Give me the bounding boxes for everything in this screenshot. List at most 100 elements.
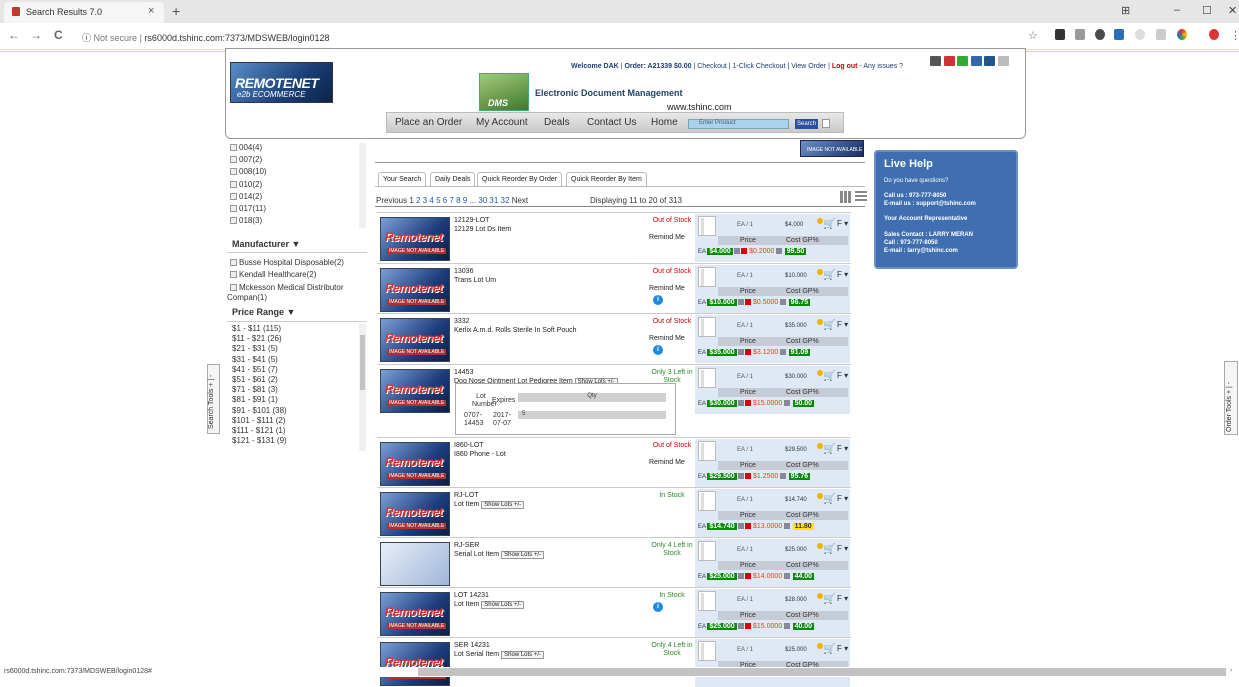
- forward-button[interactable]: →: [30, 28, 42, 42]
- product-image[interactable]: Remotenet IMAGE NOT AVAILABLE: [380, 592, 450, 636]
- live-help-panel[interactable]: Live Help Do you have questions? Call us…: [874, 150, 1018, 269]
- quantity-input[interactable]: [698, 317, 716, 337]
- product-image[interactable]: Remotenet IMAGE NOT AVAILABLE: [380, 492, 450, 536]
- favorite-flag-icon[interactable]: F ▾: [837, 219, 848, 228]
- remind-me-link[interactable]: Remind Me: [649, 335, 685, 342]
- price-range-item[interactable]: $121 - $131 (9): [232, 436, 287, 445]
- filter-item[interactable]: 010(2): [230, 180, 262, 189]
- price-range-item[interactable]: $91 - $101 (38): [232, 406, 287, 415]
- calc-icon[interactable]: [780, 349, 786, 355]
- filter-checkbox[interactable]: [230, 144, 237, 151]
- tools-icon[interactable]: [998, 56, 1009, 66]
- quantity-input[interactable]: [698, 216, 716, 236]
- extension-icon[interactable]: [1095, 29, 1105, 40]
- price-range-item[interactable]: $31 - $41 (5): [232, 355, 278, 364]
- quantity-input[interactable]: [698, 541, 716, 561]
- extension-icon[interactable]: [1075, 29, 1085, 40]
- add-to-cart-icon[interactable]: 🛒: [823, 371, 835, 382]
- manufacturer-item[interactable]: Mckesson Medical Distributor: [230, 283, 343, 292]
- quantity-spinner[interactable]: [701, 443, 704, 460]
- show-lots-button[interactable]: Show Lots +/-: [481, 501, 525, 509]
- price-range-item[interactable]: $21 - $31 (5): [232, 344, 278, 353]
- pdf-icon[interactable]: [944, 56, 955, 66]
- product-sku[interactable]: 3332: [454, 318, 470, 325]
- price-range-item[interactable]: $71 - $81 (3): [232, 385, 278, 394]
- product-image[interactable]: Remotenet IMAGE NOT AVAILABLE: [380, 217, 450, 261]
- sales-email[interactable]: E-mail : larry@tshinc.com: [884, 248, 958, 255]
- remind-me-link[interactable]: Remind Me: [649, 285, 685, 292]
- remove-icon[interactable]: [745, 523, 752, 529]
- price-range-item[interactable]: $111 - $121 (1): [232, 426, 286, 435]
- extension-icon[interactable]: [1135, 29, 1145, 40]
- filter-item[interactable]: 007(2): [230, 155, 262, 164]
- calc-icon[interactable]: [783, 400, 790, 406]
- one-click-checkout-link[interactable]: 1-Click Checkout: [733, 63, 786, 70]
- filter-item[interactable]: 008(10): [230, 167, 267, 176]
- filter-checkbox[interactable]: [230, 192, 237, 200]
- live-help-email[interactable]: E-mail us : support@tshinc.com: [884, 201, 976, 208]
- price-scrollbar-thumb[interactable]: [360, 335, 365, 390]
- list-view-icon[interactable]: [855, 191, 867, 203]
- reload-button[interactable]: C: [54, 28, 63, 42]
- calc-icon[interactable]: [738, 473, 745, 479]
- favorite-flag-icon[interactable]: F ▾: [837, 594, 848, 603]
- product-sku[interactable]: 12129-LOT: [454, 217, 489, 224]
- favorite-flag-icon[interactable]: F ▾: [837, 270, 848, 279]
- monitor-icon[interactable]: [971, 56, 982, 66]
- tab-quick-reorder-order[interactable]: Quick Reorder By Order: [477, 172, 563, 187]
- tab-close-icon[interactable]: ×: [148, 5, 154, 17]
- filter-item[interactable]: 018(3): [230, 216, 262, 225]
- calc-icon[interactable]: [783, 623, 790, 629]
- price-range-item[interactable]: $11 - $21 (26): [232, 334, 282, 343]
- calc-icon[interactable]: [738, 400, 745, 406]
- linkedin-icon[interactable]: [1114, 29, 1124, 40]
- info-icon[interactable]: i: [653, 295, 663, 305]
- document-icon[interactable]: [984, 56, 995, 66]
- add-to-cart-icon[interactable]: 🛒: [823, 594, 835, 605]
- view-order-link[interactable]: View Order: [791, 63, 826, 70]
- minimize-button[interactable]: –: [1174, 4, 1180, 16]
- quantity-input[interactable]: [698, 267, 716, 287]
- filter-item[interactable]: 014(2): [230, 192, 262, 201]
- calc-icon[interactable]: [738, 349, 745, 355]
- filter-checkbox[interactable]: [230, 284, 237, 291]
- product-image[interactable]: [380, 542, 450, 586]
- calc-icon[interactable]: [738, 523, 745, 529]
- product-sku[interactable]: 14453: [454, 369, 473, 376]
- show-lots-button[interactable]: Show Lots +/-: [481, 601, 525, 609]
- price-range-item[interactable]: $101 - $111 (2): [232, 416, 286, 425]
- quantity-spinner[interactable]: [701, 643, 704, 660]
- bookmark-star-icon[interactable]: ☆: [1028, 29, 1038, 42]
- remove-icon[interactable]: [745, 473, 752, 479]
- pager-next[interactable]: Next: [512, 196, 528, 205]
- user-avatar-icon[interactable]: [1209, 29, 1219, 40]
- product-sku[interactable]: RJ-LOT: [454, 492, 479, 499]
- product-sku[interactable]: RJ-SER: [454, 542, 479, 549]
- product-image[interactable]: Remotenet IMAGE NOT AVAILABLE: [380, 369, 450, 413]
- quantity-spinner[interactable]: [701, 543, 704, 560]
- quantity-input[interactable]: [698, 641, 716, 661]
- price-range-item[interactable]: $1 - $11 (115): [232, 324, 281, 333]
- product-image[interactable]: Remotenet IMAGE NOT AVAILABLE: [380, 268, 450, 312]
- product-search-input[interactable]: Enter Product: [688, 119, 789, 129]
- search-option-checkbox[interactable]: [822, 119, 830, 128]
- qty-value[interactable]: 5: [522, 411, 525, 417]
- search-button[interactable]: Search: [795, 119, 818, 129]
- order-tools-toggle[interactable]: Order Tools + | -: [1224, 361, 1238, 435]
- quantity-input[interactable]: [698, 491, 716, 511]
- manufacturer-item[interactable]: Kendall Healthcare(2): [230, 270, 316, 279]
- product-sku[interactable]: 13036: [454, 268, 473, 275]
- remove-icon[interactable]: [745, 623, 752, 629]
- quantity-input[interactable]: [698, 368, 716, 388]
- filter-checkbox[interactable]: [230, 168, 237, 176]
- nav-place-order[interactable]: Place an Order: [395, 117, 462, 128]
- maximize-button[interactable]: ☐: [1202, 4, 1212, 17]
- remove-icon[interactable]: [745, 400, 752, 406]
- close-window-button[interactable]: ✕: [1228, 4, 1237, 17]
- price-range-heading[interactable]: Price Range ▼: [232, 307, 295, 317]
- add-to-cart-icon[interactable]: 🛒: [823, 320, 835, 331]
- scroll-right-icon[interactable]: ›: [1230, 667, 1232, 674]
- new-tab-button[interactable]: +: [172, 3, 180, 19]
- horizontal-scrollbar[interactable]: [418, 668, 1226, 676]
- filter-checkbox[interactable]: [230, 271, 237, 278]
